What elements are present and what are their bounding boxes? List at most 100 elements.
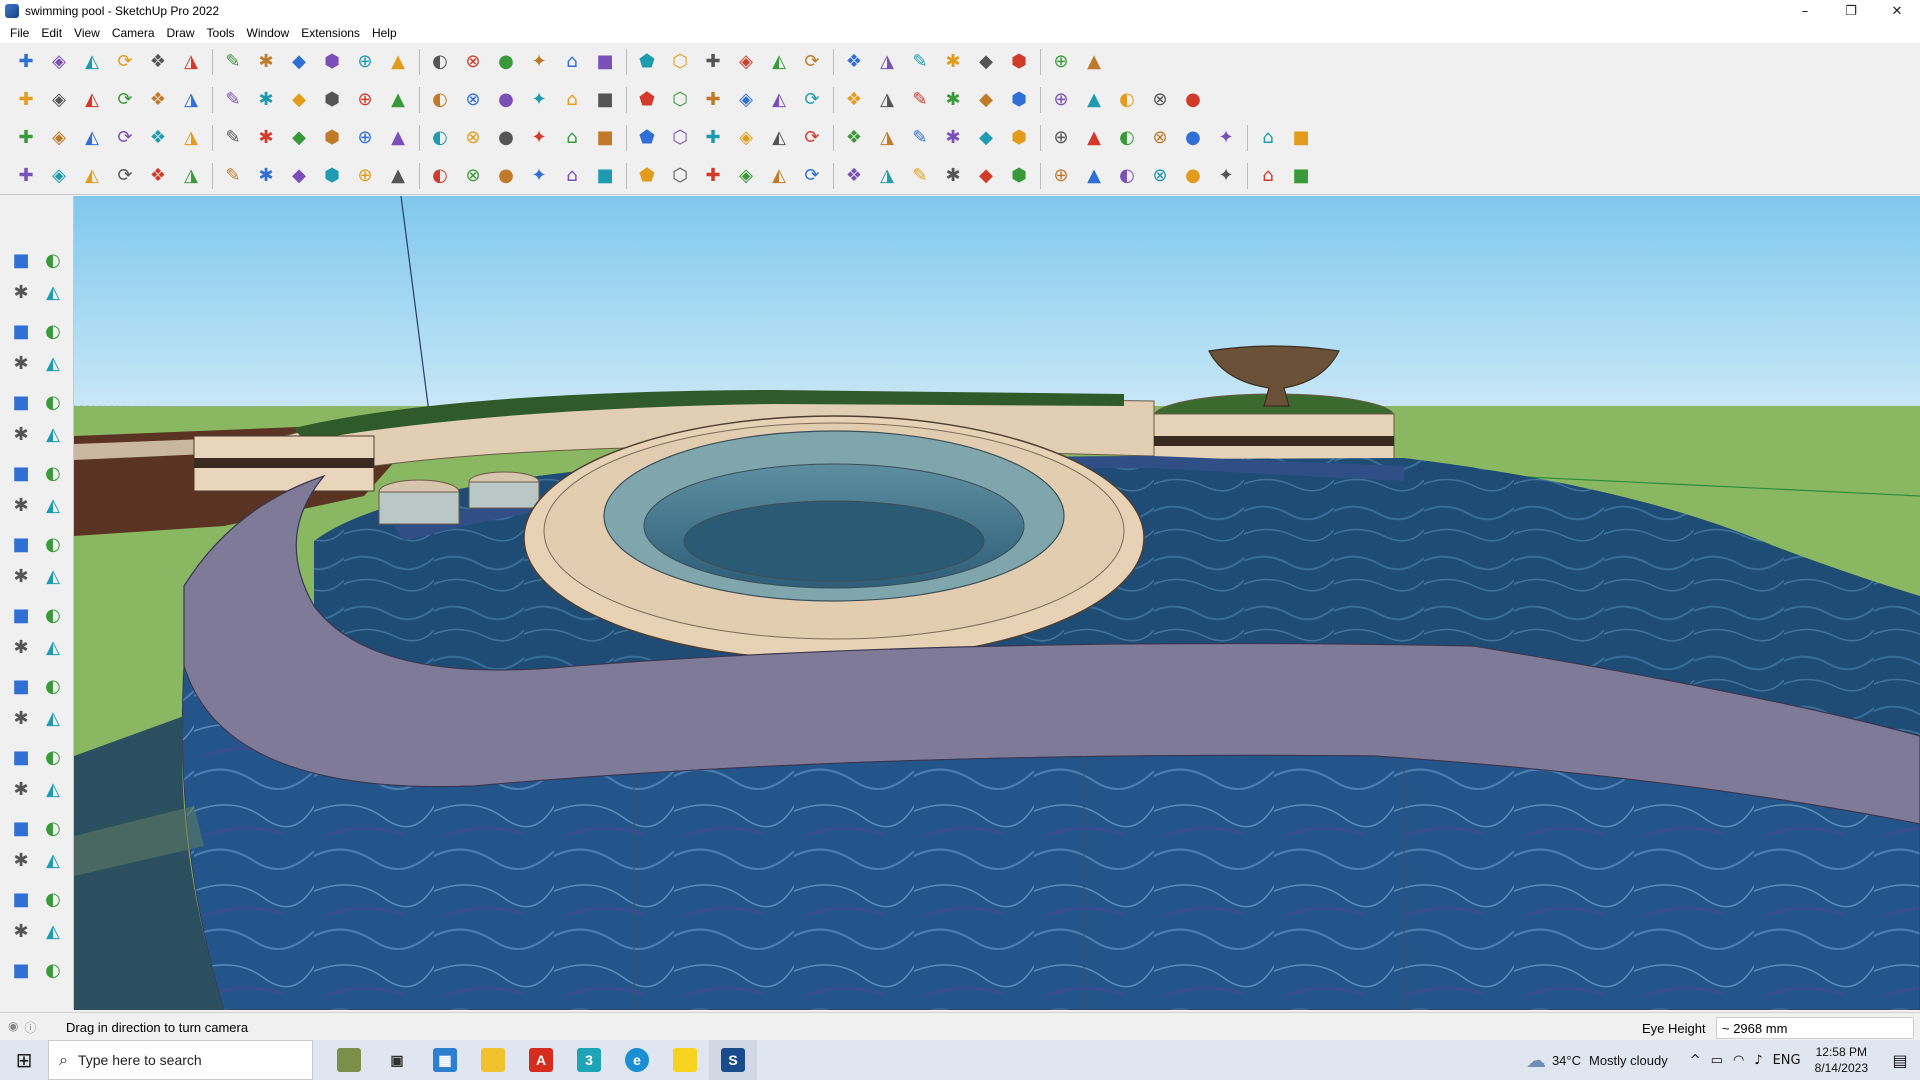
- restore-button[interactable]: ❐: [1828, 0, 1874, 22]
- sail-icon[interactable]: ●: [492, 162, 520, 190]
- styles-icon[interactable]: ◐: [37, 954, 69, 986]
- wing-flat-icon[interactable]: ❖: [840, 162, 868, 190]
- iso-view-icon[interactable]: ✚: [12, 86, 40, 114]
- pipe-icon[interactable]: ◮: [177, 162, 205, 190]
- 3dsmax-icon[interactable]: 3: [565, 1040, 613, 1080]
- sandbox-icon[interactable]: ⊗: [459, 86, 487, 114]
- shell-round-icon[interactable]: ⊗: [1146, 162, 1174, 190]
- car-icon[interactable]: ◮: [873, 162, 901, 190]
- fillet-icon[interactable]: ◐: [426, 124, 454, 152]
- cube-red-icon[interactable]: ❖: [144, 124, 172, 152]
- component-tag-icon[interactable]: ⟳: [111, 124, 139, 152]
- curve-tool-icon[interactable]: ✚: [12, 162, 40, 190]
- orbit-tool-icon[interactable]: ■: [5, 741, 37, 773]
- zoom-extents-icon[interactable]: ■: [5, 812, 37, 844]
- wood-icon[interactable]: ⊕: [351, 124, 379, 152]
- brush-icon[interactable]: ❖: [144, 162, 172, 190]
- look-around-icon[interactable]: ◭: [37, 844, 69, 876]
- move-icon[interactable]: ◆: [285, 48, 313, 76]
- acrobat-icon[interactable]: A: [517, 1040, 565, 1080]
- extension-icon[interactable]: ▲: [1080, 48, 1108, 76]
- warehouse-icon[interactable]: ⬟: [633, 86, 661, 114]
- frame-round-icon[interactable]: ⊗: [459, 162, 487, 190]
- solid-trim-icon[interactable]: ✎: [219, 86, 247, 114]
- walk-icon[interactable]: ■: [5, 883, 37, 915]
- paint-icon[interactable]: ✱: [5, 276, 37, 308]
- components-icon[interactable]: ◈: [732, 48, 760, 76]
- zoom-extents-icon[interactable]: ■: [591, 48, 619, 76]
- arrows-up-icon[interactable]: ✎: [906, 48, 934, 76]
- corner-icon[interactable]: ⬢: [318, 162, 346, 190]
- follow-me-icon[interactable]: ✱: [252, 48, 280, 76]
- battery-icon[interactable]: ▭: [1711, 1053, 1723, 1068]
- move-icon[interactable]: ■: [5, 528, 37, 560]
- menu-draw[interactable]: Draw: [161, 26, 201, 40]
- close-button[interactable]: ✕: [1874, 0, 1920, 22]
- hatch-dense-icon[interactable]: ⊕: [1047, 162, 1075, 190]
- ladder-icon[interactable]: ▲: [1080, 162, 1108, 190]
- paint-bucket-icon[interactable]: ⊗: [459, 48, 487, 76]
- face-icon[interactable]: ✚: [12, 124, 40, 152]
- section-plane-icon[interactable]: ⬟: [633, 48, 661, 76]
- menu-window[interactable]: Window: [241, 26, 296, 40]
- windows-start-icon[interactable]: ⊞: [0, 1040, 48, 1080]
- menu-extensions[interactable]: Extensions: [295, 26, 366, 40]
- freehand-icon[interactable]: ❖: [144, 48, 172, 76]
- pie-icon[interactable]: ◭: [37, 489, 69, 521]
- tags-icon[interactable]: ✚: [699, 48, 727, 76]
- 3d-viewport[interactable]: [74, 196, 1920, 1010]
- grid-orange-alt-icon[interactable]: ●: [1179, 124, 1207, 152]
- resize-icon[interactable]: ◆: [972, 48, 1000, 76]
- text-icon[interactable]: ◐: [37, 670, 69, 702]
- lathe-icon[interactable]: ✱: [252, 162, 280, 190]
- rectangle-icon[interactable]: ■: [5, 386, 37, 418]
- terrain-icon[interactable]: ●: [1179, 86, 1207, 114]
- push-pull-icon[interactable]: ◐: [37, 528, 69, 560]
- circle-icon[interactable]: ✱: [5, 418, 37, 450]
- arc-3pt-icon[interactable]: ✱: [5, 489, 37, 521]
- info-icon[interactable]: ⓘ: [24, 1019, 36, 1036]
- pencil-line-icon[interactable]: ⟳: [111, 48, 139, 76]
- pan-icon[interactable]: ✦: [525, 48, 553, 76]
- sketchup-taskbar-icon[interactable]: S: [709, 1040, 757, 1080]
- select-icon[interactable]: ■: [5, 244, 37, 276]
- extrude-multi-icon[interactable]: ✎: [906, 124, 934, 152]
- select-arrow-icon[interactable]: ◈: [45, 48, 73, 76]
- polygon-icon[interactable]: ◭: [37, 418, 69, 450]
- menu-help[interactable]: Help: [366, 26, 403, 40]
- arc-icon[interactable]: ✱: [939, 86, 967, 114]
- round-corner-icon[interactable]: ✎: [219, 124, 247, 152]
- frame-icon[interactable]: ▲: [1080, 124, 1108, 152]
- tape-icon[interactable]: ◐: [37, 315, 69, 347]
- cube-iso-icon[interactable]: ✎: [219, 162, 247, 190]
- section-plane-icon[interactable]: ✱: [5, 915, 37, 947]
- grid-small-icon[interactable]: ■: [1287, 124, 1315, 152]
- geo-location-icon[interactable]: ◉: [8, 1019, 18, 1036]
- scale-icon[interactable]: ⊕: [351, 48, 379, 76]
- align-icon[interactable]: ◮: [873, 48, 901, 76]
- edge-icon[interactable]: e: [613, 1040, 661, 1080]
- ellipse-icon[interactable]: ◮: [873, 86, 901, 114]
- polygon-icon[interactable]: ❖: [840, 86, 868, 114]
- layer-stack-icon[interactable]: ◮: [177, 124, 205, 152]
- rectangle-icon[interactable]: ◮: [177, 48, 205, 76]
- previous-icon[interactable]: ◐: [37, 812, 69, 844]
- eraser-rot-icon[interactable]: ⟳: [111, 162, 139, 190]
- ribbon-icon[interactable]: ⬡: [666, 162, 694, 190]
- fx-icon[interactable]: ⬡: [666, 86, 694, 114]
- panel-icon[interactable]: ⬢: [318, 124, 346, 152]
- coil-icon[interactable]: ⌂: [1254, 162, 1282, 190]
- taskbar-widget-icon[interactable]: [325, 1040, 373, 1080]
- gear-red-icon[interactable]: ⊕: [1047, 124, 1075, 152]
- cone-icon[interactable]: ■: [591, 124, 619, 152]
- wifi-icon[interactable]: ◠: [1733, 1053, 1744, 1068]
- cube-set-icon[interactable]: ◆: [972, 124, 1000, 152]
- smoove-icon[interactable]: ●: [492, 86, 520, 114]
- ruler-icon[interactable]: ◈: [732, 86, 760, 114]
- menu-camera[interactable]: Camera: [106, 26, 161, 40]
- cube-group-icon[interactable]: ✱: [939, 124, 967, 152]
- tape-measure-icon[interactable]: ▲: [384, 48, 412, 76]
- stair-icon[interactable]: ✚: [699, 162, 727, 190]
- clock[interactable]: 12:58 PM 8/14/2023: [1815, 1044, 1868, 1076]
- protractor-icon[interactable]: ■: [5, 670, 37, 702]
